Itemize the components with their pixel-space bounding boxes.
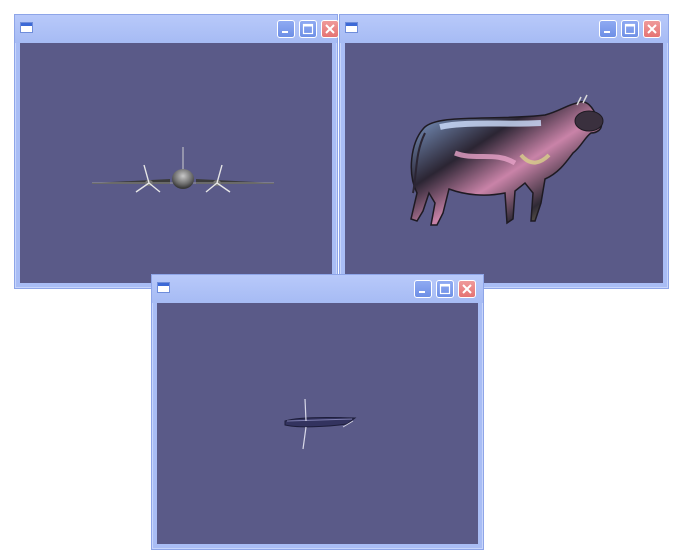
airplane-model-icon bbox=[92, 147, 274, 193]
render-viewport[interactable] bbox=[157, 303, 478, 544]
window-system-icon[interactable] bbox=[20, 22, 33, 33]
jet-model-icon bbox=[284, 398, 357, 450]
maximize-button[interactable] bbox=[299, 20, 317, 38]
close-icon bbox=[647, 24, 657, 34]
close-button[interactable] bbox=[458, 280, 476, 298]
maximize-button[interactable] bbox=[621, 20, 639, 38]
titlebar[interactable] bbox=[340, 15, 668, 43]
minimize-icon bbox=[604, 31, 610, 33]
minimize-icon bbox=[282, 31, 288, 33]
maximize-button[interactable] bbox=[436, 280, 454, 298]
close-icon bbox=[462, 284, 472, 294]
render-viewport[interactable] bbox=[345, 43, 663, 283]
titlebar[interactable] bbox=[152, 275, 483, 303]
window-system-icon[interactable] bbox=[345, 22, 358, 33]
maximize-icon bbox=[302, 23, 314, 35]
close-button[interactable] bbox=[321, 20, 339, 38]
close-button[interactable] bbox=[643, 20, 661, 38]
cow-model-icon bbox=[410, 94, 604, 226]
maximize-icon bbox=[624, 23, 636, 35]
minimize-button[interactable] bbox=[414, 280, 432, 298]
titlebar[interactable] bbox=[15, 15, 339, 43]
window-jet[interactable] bbox=[151, 274, 484, 550]
maximize-icon bbox=[439, 283, 451, 295]
close-icon bbox=[325, 24, 335, 34]
minimize-icon bbox=[419, 291, 425, 293]
window-airplane[interactable] bbox=[14, 14, 339, 289]
render-viewport[interactable] bbox=[20, 43, 332, 283]
minimize-button[interactable] bbox=[599, 20, 617, 38]
window-system-icon[interactable] bbox=[157, 282, 170, 293]
window-cow[interactable] bbox=[339, 14, 669, 289]
minimize-button[interactable] bbox=[277, 20, 295, 38]
